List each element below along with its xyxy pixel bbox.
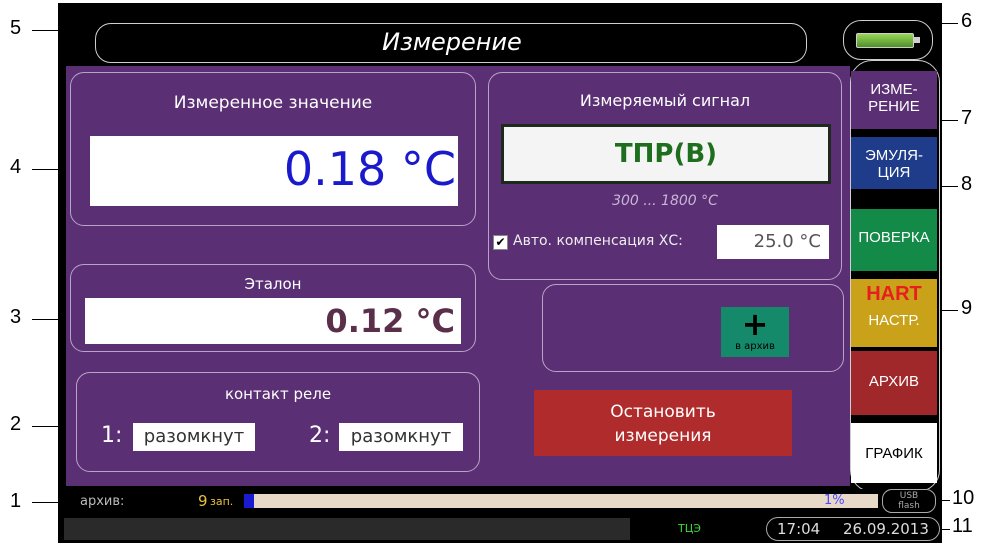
relay-panel: контакт реле 1: разомкнут 2: разомкнут: [76, 372, 480, 472]
tab-emulation-label1: ЭМУЛЯ-: [865, 147, 923, 164]
tab-emulation[interactable]: ЭМУЛЯ- ЦИЯ: [851, 137, 937, 189]
tab-measurement[interactable]: ИЗМЕ- РЕНИЕ: [851, 71, 937, 129]
clock: 17:04 26.09.2013: [766, 517, 940, 541]
tab-graph-label: ГРАФИК: [865, 445, 923, 462]
measured-value-panel: Измеренное значение 0.18 °C: [70, 72, 476, 226]
tab-archive-label: АРХИВ: [868, 373, 920, 390]
signal-panel: Измеряемый сигнал ТПР(В) 300 ... 1800 °С…: [488, 72, 842, 280]
measured-value-box: 0.18 °C: [90, 136, 458, 206]
org-label: ТЦЭ: [678, 522, 701, 535]
reference-value: 0.12 °C: [325, 302, 455, 340]
measured-value: 0.18 °C: [283, 142, 456, 196]
mode-tabs: ИЗМЕ- РЕНИЕ ЭМУЛЯ- ЦИЯ ПОВЕРКА HART НАСТ…: [850, 60, 940, 492]
tab-graph[interactable]: ГРАФИК: [851, 423, 937, 483]
flash-label: flash: [898, 501, 920, 511]
tab-hart-settings[interactable]: HART НАСТР.: [851, 279, 937, 347]
stop-button-line1: Остановить: [610, 402, 716, 422]
tab-verification-label: ПОВЕРКА: [858, 229, 930, 246]
relay-2-value: разомкнут: [339, 423, 463, 451]
archive-status-bar: архив: 9 зап. 1% USB flash: [58, 489, 942, 514]
reference-panel: Эталон 0.12 °C: [70, 264, 476, 352]
callout-10: 10: [952, 487, 975, 509]
stop-measurement-button[interactable]: Остановить измерения: [534, 390, 792, 456]
tab-measurement-label1: ИЗМЕ-: [870, 81, 918, 98]
sensor-type-selector[interactable]: ТПР(В): [501, 124, 831, 184]
battery-indicator: [843, 20, 933, 60]
callout-8: 8: [961, 173, 973, 195]
relay-2-label: 2:: [309, 423, 331, 448]
callout-3: 3: [10, 306, 22, 328]
relay-1-value: разомкнут: [133, 423, 255, 451]
callout-11: 11: [952, 515, 973, 537]
sensor-type: ТПР(В): [614, 139, 718, 169]
tab-hart-settings-label: НАСТР.: [868, 312, 920, 329]
message-area: [64, 518, 630, 540]
reference-value-box: 0.12 °C: [85, 298, 461, 344]
add-to-archive-button[interactable]: + в архив: [721, 305, 789, 357]
plus-icon: +: [741, 305, 769, 343]
reference-title: Эталон: [244, 275, 302, 293]
title-bar: Измерение: [95, 23, 807, 63]
battery-tip-icon: [914, 37, 920, 43]
stop-button-line2: измерения: [614, 426, 712, 446]
tab-hart-label: HART: [866, 283, 922, 305]
archive-record-count: 9: [198, 492, 208, 510]
signal-title: Измеряемый сигнал: [579, 91, 751, 110]
relay-title: контакт реле: [224, 385, 332, 403]
callout-1: 1: [10, 490, 22, 512]
tab-measurement-label2: РЕНИЕ: [868, 98, 920, 115]
usb-flash-indicator: USB flash: [882, 489, 936, 513]
tab-emulation-label2: ЦИЯ: [877, 164, 911, 181]
main-panel: Измеренное значение 0.18 °C Эталон 0.12 …: [66, 66, 850, 486]
relay-1-label: 1:: [101, 423, 123, 448]
archive-status-label: архив:: [80, 494, 125, 509]
add-to-archive-label: в архив: [735, 341, 775, 352]
auto-comp-value: 25.0 °C: [753, 231, 821, 252]
archive-record-unit: зап.: [210, 495, 234, 508]
archive-progress-text: 1%: [824, 493, 845, 508]
archive-progress-fill: [244, 494, 254, 508]
auto-comp-value-field[interactable]: 25.0 °C: [717, 225, 829, 259]
archive-progress-bar: [244, 494, 878, 508]
screen-title: Измерение: [382, 28, 522, 56]
tab-archive[interactable]: АРХИВ: [851, 351, 937, 415]
callout-7: 7: [961, 107, 973, 129]
archive-panel: + в архив: [542, 284, 844, 372]
callout-line-1: [32, 502, 60, 503]
measured-value-title: Измеренное значение: [173, 93, 373, 113]
tab-verification[interactable]: ПОВЕРКА: [851, 209, 937, 271]
bottom-bar: ТЦЭ 17:04 26.09.2013: [58, 516, 942, 543]
auto-comp-label: Авто. компенсация ХС:: [513, 233, 683, 249]
battery-icon: [856, 33, 914, 48]
auto-comp-checkbox[interactable]: ✔: [493, 235, 508, 250]
callout-5: 5: [10, 17, 22, 39]
clock-time: 17:04: [777, 520, 821, 538]
callout-4: 4: [10, 156, 22, 178]
sensor-range: 300 ... 1800 °С: [612, 193, 718, 209]
usb-label: USB: [899, 491, 919, 501]
callout-6: 6: [961, 10, 973, 32]
clock-date: 26.09.2013: [843, 520, 929, 538]
callout-2: 2: [10, 413, 22, 435]
callout-9: 9: [961, 297, 973, 319]
